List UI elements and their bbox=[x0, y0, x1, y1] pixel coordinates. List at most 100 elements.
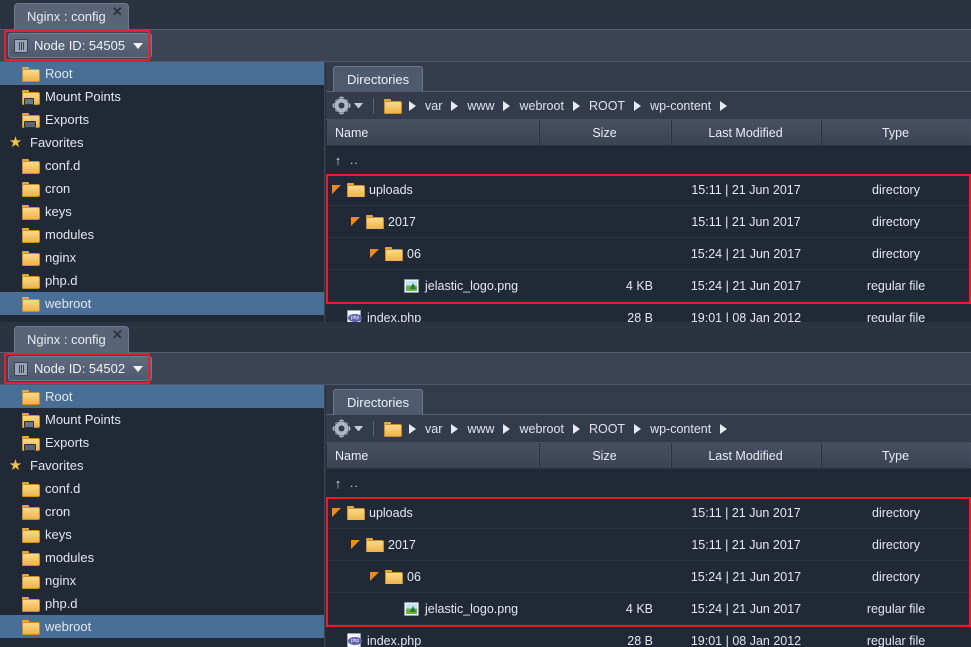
breadcrumb-item[interactable]: ROOT bbox=[589, 422, 625, 436]
sidebar-item-label: Exports bbox=[45, 112, 90, 127]
sidebar-item-label: Root bbox=[45, 389, 73, 404]
breadcrumb-item[interactable]: var bbox=[425, 422, 442, 436]
document-tab[interactable]: Nginx : config ✕ bbox=[14, 326, 129, 353]
breadcrumb-item[interactable]: webroot bbox=[519, 99, 563, 113]
sidebar-item-exports[interactable]: Exports bbox=[0, 108, 324, 131]
document-tab[interactable]: Nginx : config ✕ bbox=[14, 3, 129, 30]
expand-triangle-icon[interactable] bbox=[370, 572, 379, 581]
export-badge-icon bbox=[24, 121, 36, 128]
sidebar-item-root[interactable]: Root bbox=[0, 62, 324, 85]
column-header-size[interactable]: Size bbox=[539, 120, 671, 145]
column-header-modified[interactable]: Last Modified bbox=[671, 443, 821, 468]
expand-triangle-icon[interactable] bbox=[332, 508, 341, 517]
folder-icon bbox=[22, 205, 40, 220]
sidebar-item-php-d[interactable]: php.d bbox=[0, 269, 324, 292]
sidebar-item-cron[interactable]: cron bbox=[0, 177, 324, 200]
parent-directory-row[interactable]: ↑.. bbox=[326, 469, 971, 497]
tab-directories[interactable]: Directories bbox=[333, 389, 424, 415]
column-header-name[interactable]: Name bbox=[326, 120, 539, 145]
gear-icon[interactable] bbox=[334, 98, 349, 113]
folder-mount-icon bbox=[22, 413, 40, 428]
table-row[interactable]: index.php 28 B 19:01 | 08 Jan 2012 regular … bbox=[326, 625, 971, 647]
sidebar-item-favorites[interactable]: ★ Favorites bbox=[0, 454, 324, 477]
table-row[interactable]: index.php 28 B 19:01 | 08 Jan 2012 regular … bbox=[326, 302, 971, 322]
sidebar-item-root[interactable]: Root bbox=[0, 385, 324, 408]
sidebar-item-mount-points[interactable]: Mount Points bbox=[0, 85, 324, 108]
breadcrumb-item[interactable]: www bbox=[467, 99, 494, 113]
sidebar-item-modules[interactable]: modules bbox=[0, 223, 324, 246]
table-row[interactable]: 2017 15:11 | 21 Jun 2017 directory bbox=[326, 206, 971, 238]
breadcrumb-item[interactable]: var bbox=[425, 99, 442, 113]
breadcrumb-item[interactable]: ROOT bbox=[589, 99, 625, 113]
breadcrumb-arrow-icon bbox=[720, 423, 728, 434]
sidebar-item-keys[interactable]: keys bbox=[0, 200, 324, 223]
sidebar-item-nginx[interactable]: nginx bbox=[0, 569, 324, 592]
sidebar-item-label: Mount Points bbox=[45, 89, 121, 104]
sidebar-item-modules[interactable]: modules bbox=[0, 546, 324, 569]
sidebar-item-label: php.d bbox=[45, 596, 78, 611]
sidebar-item-webroot[interactable]: webroot bbox=[0, 615, 324, 638]
sidebar-item-keys[interactable]: keys bbox=[0, 523, 324, 546]
tab-directories[interactable]: Directories bbox=[333, 66, 424, 92]
breadcrumb-item[interactable]: webroot bbox=[519, 422, 563, 436]
sidebar-item-favorites[interactable]: ★ Favorites bbox=[0, 131, 324, 154]
file-name-label: jelastic_logo.png bbox=[425, 601, 519, 616]
close-icon[interactable]: ✕ bbox=[112, 5, 123, 19]
table-row[interactable]: jelastic_logo.png 4 KB 15:24 | 21 Jun 2017… bbox=[326, 270, 971, 302]
chevron-down-icon[interactable] bbox=[354, 426, 363, 431]
directory-view: Directories var www webroot ROOT wp-content Na… bbox=[326, 385, 971, 647]
panel-tabstrip: Nginx : config ✕ bbox=[0, 0, 971, 30]
sidebar-item-exports[interactable]: Exports bbox=[0, 431, 324, 454]
column-header-name[interactable]: Name bbox=[326, 443, 539, 468]
table-row[interactable]: uploads 15:11 | 21 Jun 2017 directory bbox=[326, 174, 971, 206]
node-id-selector[interactable]: Node ID: 54502 bbox=[8, 356, 153, 381]
folder-mount-icon bbox=[22, 90, 40, 105]
sidebar-item-conf-d[interactable]: conf.d bbox=[0, 477, 324, 500]
sidebar-item-conf-d[interactable]: conf.d bbox=[0, 154, 324, 177]
expand-triangle-icon[interactable] bbox=[351, 217, 360, 226]
sidebar-item-label: nginx bbox=[45, 573, 77, 588]
sidebar-item-label: Favorites bbox=[30, 135, 84, 150]
expand-triangle-icon[interactable] bbox=[332, 185, 341, 194]
column-header-modified[interactable]: Last Modified bbox=[671, 120, 821, 145]
table-row[interactable]: uploads 15:11 | 21 Jun 2017 directory bbox=[326, 497, 971, 529]
star-icon: ★ bbox=[8, 456, 23, 474]
breadcrumb-item[interactable]: www bbox=[467, 422, 494, 436]
breadcrumb-item[interactable]: wp-content bbox=[650, 99, 711, 113]
sidebar-item-php-d[interactable]: php.d bbox=[0, 592, 324, 615]
file-manager-app: Nginx : config ✕ Node ID: 54505 Root Mount P… bbox=[0, 0, 971, 647]
file-type-cell: directory bbox=[872, 569, 920, 584]
column-header-size[interactable]: Size bbox=[539, 443, 671, 468]
table-row[interactable]: 2017 15:11 | 21 Jun 2017 directory bbox=[326, 529, 971, 561]
chevron-down-icon[interactable] bbox=[354, 103, 363, 108]
table-row[interactable]: 06 15:24 | 21 Jun 2017 directory bbox=[326, 561, 971, 593]
table-row[interactable]: 06 15:24 | 21 Jun 2017 directory bbox=[326, 238, 971, 270]
file-name-label: 2017 bbox=[388, 214, 416, 229]
table-row[interactable]: jelastic_logo.png 4 KB 15:24 | 21 Jun 2017… bbox=[326, 593, 971, 625]
file-type-cell: regular file bbox=[866, 278, 926, 293]
breadcrumb-item[interactable]: wp-content bbox=[650, 422, 711, 436]
file-manager-panel: Nginx : config ✕ Node ID: 54505 Root Mount P… bbox=[0, 0, 971, 322]
folder-icon bbox=[22, 390, 40, 405]
column-header-type[interactable]: Type bbox=[821, 120, 971, 145]
sidebar-item-mount-points[interactable]: Mount Points bbox=[0, 408, 324, 431]
column-header-type[interactable]: Type bbox=[821, 443, 971, 468]
parent-directory-row[interactable]: ↑.. bbox=[326, 146, 971, 174]
gear-icon[interactable] bbox=[334, 421, 349, 436]
file-modified-cell: 15:11 | 21 Jun 2017 bbox=[691, 537, 801, 552]
node-id-label: Node ID: 54502 bbox=[34, 361, 126, 376]
expand-triangle-icon[interactable] bbox=[351, 540, 360, 549]
sidebar-item-cron[interactable]: cron bbox=[0, 500, 324, 523]
parent-dir-label: .. bbox=[350, 476, 359, 490]
file-size-cell: 28 B bbox=[627, 310, 653, 323]
sidebar-item-webroot[interactable]: webroot bbox=[0, 292, 324, 315]
folder-icon bbox=[22, 482, 40, 497]
sidebar-item-nginx[interactable]: nginx bbox=[0, 246, 324, 269]
folder-icon bbox=[22, 620, 40, 635]
folder-icon bbox=[347, 183, 365, 197]
close-icon[interactable]: ✕ bbox=[112, 328, 123, 342]
folder-icon bbox=[22, 67, 40, 82]
file-type-cell: regular file bbox=[866, 310, 926, 323]
expand-triangle-icon[interactable] bbox=[370, 249, 379, 258]
node-id-selector[interactable]: Node ID: 54505 bbox=[8, 33, 153, 58]
